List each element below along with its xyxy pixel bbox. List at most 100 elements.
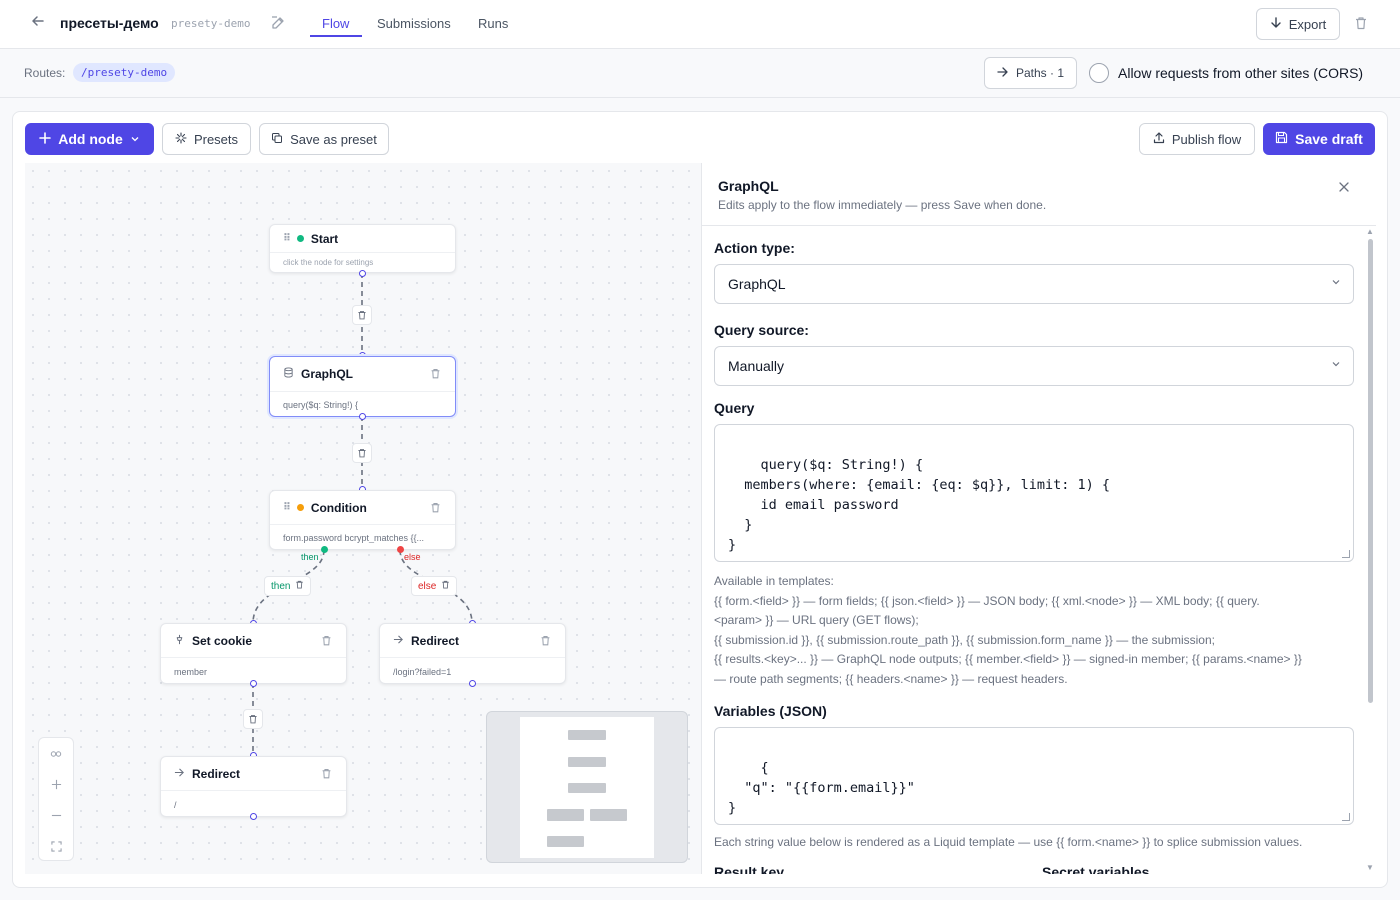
trash-icon[interactable] — [295, 580, 304, 592]
arrow-right-icon — [174, 767, 185, 781]
node-settings-panel: GraphQL Edits apply to the flow immediat… — [701, 163, 1376, 874]
paths-button[interactable]: Paths · 1 — [984, 57, 1077, 89]
zoom-controls — [38, 737, 74, 861]
chevron-down-icon — [1331, 359, 1341, 372]
node-subtitle: click the node for settings — [283, 258, 374, 267]
templates-line: {{ submission.id }}, {{ submission.route… — [714, 632, 1215, 647]
node-start[interactable]: ⠿ Start click the node for settings — [269, 224, 456, 273]
node-redirect-failed[interactable]: Redirect /login?failed=1 — [379, 623, 566, 684]
database-icon — [283, 367, 294, 381]
node-title: GraphQL — [301, 367, 354, 381]
trash-icon[interactable] — [540, 635, 551, 649]
tab-flow[interactable]: Flow — [322, 16, 349, 31]
query-source-value: Manually — [728, 358, 785, 374]
upload-icon — [1153, 131, 1165, 147]
save-as-preset-label: Save as preset — [290, 131, 377, 147]
plus-icon — [39, 131, 52, 147]
minimap-node — [568, 757, 606, 767]
templates-line: <param> }} — URL query (GET flows); — [714, 613, 919, 627]
edit-icon[interactable] — [270, 15, 288, 33]
panel-scrollbar[interactable] — [1368, 239, 1373, 703]
scroll-down-icon[interactable]: ▼ — [1366, 863, 1374, 872]
edge-delete-button[interactable] — [352, 305, 372, 325]
presets-button[interactable]: Presets — [162, 123, 251, 155]
handle[interactable] — [250, 680, 257, 687]
add-node-button[interactable]: Add node — [25, 123, 154, 155]
flow-canvas[interactable]: ⠿ Start click the node for settings Grap… — [25, 163, 701, 874]
route-chip[interactable]: /presety-demo — [73, 63, 176, 82]
else-edge-chip[interactable]: else — [411, 576, 458, 596]
query-source-select[interactable]: Manually — [714, 346, 1354, 386]
panel-divider — [702, 225, 1376, 226]
handle[interactable] — [359, 413, 366, 420]
node-condition[interactable]: ⠿ Condition form.password bcrypt_matches… — [269, 490, 456, 550]
templates-line: — route path segments; {{ headers.<name>… — [714, 671, 1068, 686]
tab-submissions[interactable]: Submissions — [377, 16, 451, 31]
close-icon[interactable] — [1338, 180, 1350, 198]
liquid-note: Each string value below is rendered as a… — [714, 835, 1303, 849]
node-subtitle: / — [174, 800, 177, 810]
handle[interactable] — [359, 270, 366, 277]
then-chip-label: then — [271, 580, 291, 592]
resize-handle-icon[interactable] — [1342, 550, 1350, 558]
save-as-preset-button[interactable]: Save as preset — [259, 123, 389, 155]
node-redirect[interactable]: Redirect / — [160, 756, 347, 817]
delete-flow-icon[interactable] — [1354, 16, 1368, 33]
panel-subtitle: Edits apply to the flow immediately — pr… — [718, 198, 1047, 212]
node-graphql[interactable]: GraphQL query($q: String!) { — [269, 356, 456, 417]
fullscreen-icon[interactable] — [39, 831, 73, 862]
handle[interactable] — [469, 680, 476, 687]
else-handle[interactable] — [397, 546, 404, 553]
secret-variables-label: Secret variables — [1042, 864, 1150, 874]
zoom-in-icon[interactable] — [39, 769, 73, 800]
scroll-up-icon[interactable]: ▲ — [1366, 227, 1374, 236]
trash-icon[interactable] — [321, 635, 332, 649]
templates-help: Available in templates: {{ form.<field> … — [714, 572, 1354, 689]
flow-slug: presety-demo — [171, 17, 251, 30]
handle[interactable] — [250, 813, 257, 820]
minimap[interactable] — [486, 711, 688, 863]
back-arrow-icon[interactable] — [28, 14, 48, 34]
node-subtitle: member — [174, 667, 208, 677]
routes-label: Routes: — [24, 66, 66, 80]
then-edge-chip[interactable]: then — [264, 576, 312, 596]
node-title: Redirect — [411, 633, 460, 648]
arrow-right-icon — [393, 634, 404, 648]
export-button[interactable]: Export — [1256, 8, 1340, 40]
grip-icon[interactable]: ⠿ — [283, 233, 291, 244]
app-header: пресеты-демо presety-demo Flow Submissio… — [0, 0, 1400, 49]
variables-text: { "q": "{{form.email}}" } — [728, 760, 915, 816]
variables-editor[interactable]: { "q": "{{form.email}}" } — [714, 727, 1354, 825]
trash-icon[interactable] — [441, 580, 450, 592]
fit-view-icon[interactable] — [39, 738, 73, 769]
edge-delete-button[interactable] — [352, 443, 372, 463]
paths-label: Paths · 1 — [1015, 66, 1065, 80]
cors-checkbox[interactable] — [1089, 63, 1109, 83]
node-title: Redirect — [192, 766, 241, 781]
export-label: Export — [1288, 16, 1327, 32]
publish-flow-button[interactable]: Publish flow — [1139, 123, 1255, 155]
node-set-cookie[interactable]: Set cookie member — [160, 623, 347, 684]
action-type-select[interactable]: GraphQL — [714, 264, 1354, 304]
then-handle[interactable] — [321, 546, 328, 553]
templates-line: {{ form.<field> }} — form fields; {{ jso… — [714, 593, 1260, 608]
query-text: query($q: String!) { members(where: {ema… — [728, 457, 1111, 553]
trash-icon[interactable] — [321, 768, 332, 782]
edge-delete-button[interactable] — [243, 709, 263, 729]
grip-icon[interactable]: ⠿ — [283, 502, 291, 513]
trash-icon[interactable] — [430, 502, 441, 516]
tab-runs[interactable]: Runs — [478, 16, 508, 31]
trash-icon[interactable] — [430, 368, 441, 382]
node-subtitle: form.password bcrypt_matches {{... — [283, 533, 425, 543]
query-editor[interactable]: query($q: String!) { members(where: {ema… — [714, 424, 1354, 562]
result-key-label: Result key — [714, 864, 785, 874]
action-type-label: Action type: — [714, 240, 795, 256]
panel-title: GraphQL — [718, 178, 779, 194]
status-dot — [296, 504, 304, 511]
cors-label: Allow requests from other sites (CORS) — [1118, 65, 1364, 81]
zoom-out-icon[interactable] — [39, 800, 73, 831]
add-node-label: Add node — [58, 131, 123, 147]
resize-handle-icon[interactable] — [1342, 813, 1350, 821]
save-draft-button[interactable]: Save draft — [1263, 123, 1375, 155]
presets-label: Presets — [193, 131, 239, 147]
